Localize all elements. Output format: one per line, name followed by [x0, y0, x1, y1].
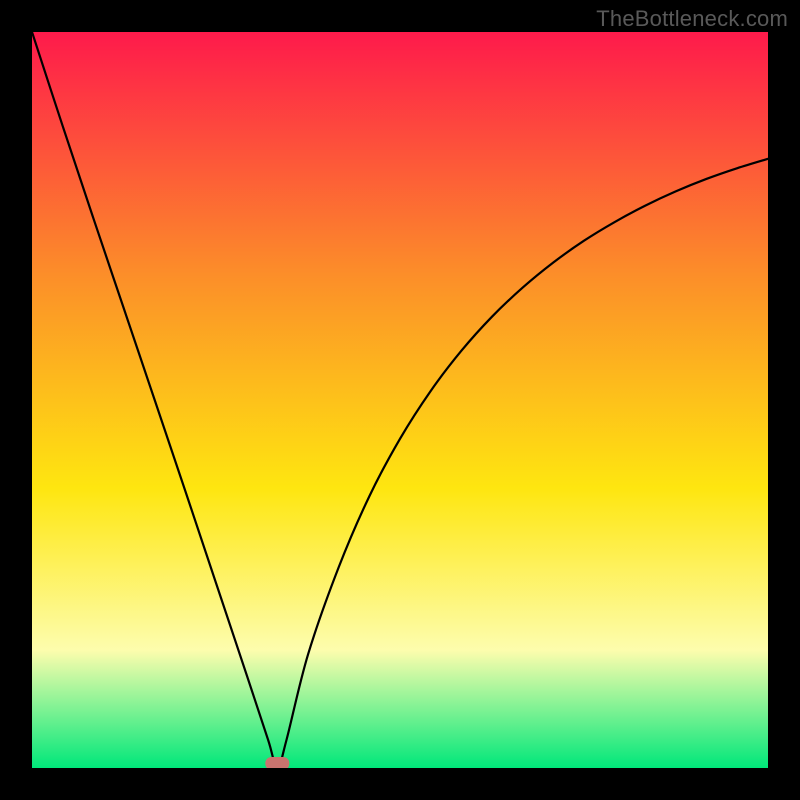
plot-area — [32, 32, 768, 768]
watermark-text: TheBottleneck.com — [596, 6, 788, 32]
gradient-background — [32, 32, 768, 768]
minimum-marker — [265, 757, 289, 768]
chart-stage: TheBottleneck.com — [0, 0, 800, 800]
chart-svg — [32, 32, 768, 768]
